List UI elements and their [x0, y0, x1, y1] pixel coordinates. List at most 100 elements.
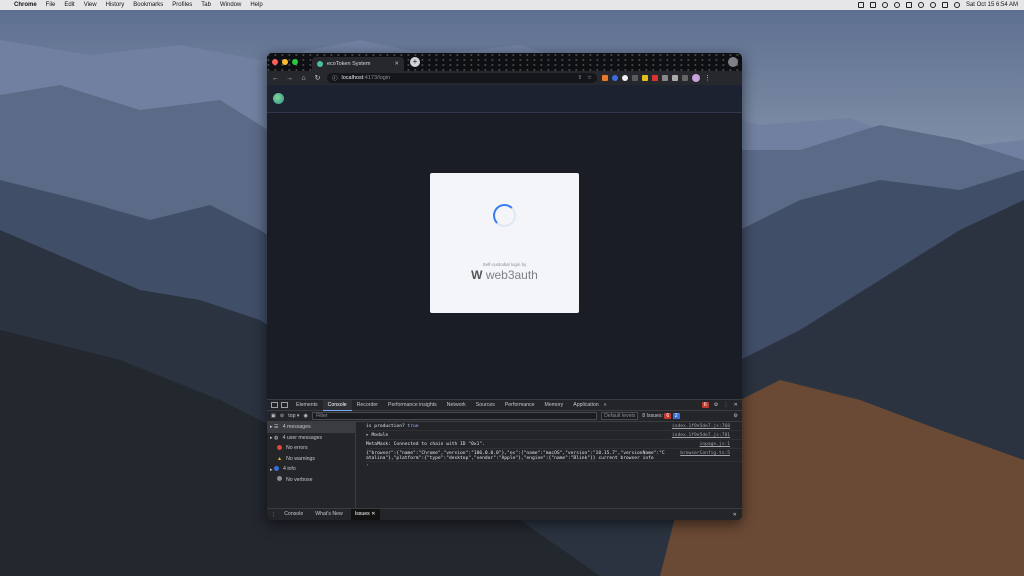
live-expression-eye-icon[interactable]: ◉ — [304, 413, 309, 419]
share-icon[interactable]: ⇪ — [577, 75, 582, 81]
tab-close-icon[interactable]: ✕ — [394, 61, 399, 67]
tab-favicon-icon — [317, 61, 323, 67]
tab-console[interactable]: Console — [322, 399, 352, 411]
tab-sources[interactable]: Sources — [471, 400, 500, 411]
search-icon[interactable] — [929, 2, 936, 8]
extension-icon[interactable] — [662, 75, 668, 81]
close-window-button[interactable] — [272, 59, 278, 65]
battery-icon[interactable] — [905, 2, 912, 8]
log-source-link[interactable]: index.1f9e5de7.js:768 — [672, 424, 730, 429]
app-header — [267, 85, 742, 113]
issues-label: 8 Issues: — [642, 413, 663, 419]
log-text: ▸ Module — [366, 432, 389, 438]
devtools-menu-icon[interactable]: ⋮ — [723, 402, 728, 408]
menu-profiles[interactable]: Profiles — [172, 2, 192, 8]
display-icon[interactable] — [869, 2, 876, 8]
device-toolbar-icon[interactable] — [281, 402, 288, 408]
error-count-badge[interactable]: 6 — [701, 402, 709, 408]
play-icon[interactable] — [893, 2, 900, 8]
more-tabs-icon[interactable]: » — [604, 402, 607, 408]
forward-icon[interactable]: → — [285, 75, 294, 82]
sidebar-item-label: No warnings — [286, 455, 315, 462]
tab-performance-insights[interactable]: Performance insights — [383, 400, 442, 411]
console-filter-input[interactable]: Filter — [312, 412, 598, 420]
siri-icon[interactable] — [953, 2, 960, 8]
tab-recorder[interactable]: Recorder — [352, 400, 383, 411]
browser-window: ecoToken System ✕ + ← → ⌂ ↻ ⓘ localhost:… — [267, 53, 742, 520]
log-entry: {"browser":{"name":"Chrome","version":"1… — [366, 449, 742, 462]
drawer-menu-icon[interactable]: ⋮ — [271, 512, 276, 518]
site-info-icon[interactable]: ⓘ — [332, 74, 338, 82]
sidebar-item-label: 4 messages — [282, 424, 311, 431]
new-tab-button[interactable]: + — [410, 57, 420, 67]
sidebar-toggle-icon[interactable]: ▣ — [271, 413, 276, 419]
home-icon[interactable]: ⌂ — [299, 75, 308, 82]
settings-gear-icon[interactable]: ⚙ — [714, 402, 719, 408]
sidebar-icon[interactable] — [682, 75, 688, 81]
extension-icon[interactable] — [632, 75, 638, 81]
menu-tab[interactable]: Tab — [201, 2, 211, 8]
tab-performance[interactable]: Performance — [500, 400, 540, 411]
menu-edit[interactable]: Edit — [64, 2, 74, 8]
log-levels-dropdown[interactable]: Default levels — [601, 412, 639, 420]
log-text: MetaMask: Connected to chain with ID "0x… — [366, 441, 485, 447]
issues-link[interactable]: 8 Issues: 6 2 — [642, 413, 680, 419]
log-source-link[interactable]: inpage.js:1 — [700, 442, 730, 447]
wifi-icon[interactable] — [917, 2, 924, 8]
minimize-window-button[interactable] — [282, 59, 288, 65]
sidebar-item-errors[interactable]: No errors — [267, 443, 355, 454]
control-center-icon[interactable] — [941, 2, 948, 8]
extension-icon[interactable] — [642, 75, 648, 81]
tab-elements[interactable]: Elements — [291, 400, 323, 411]
log-entry[interactable]: ▸ Module index.1f9e5de7.js:781 — [366, 431, 742, 440]
sidebar-item-user-messages[interactable]: ▸ ◍ 4 user messages — [267, 433, 355, 444]
log-source-link[interactable]: browserConfig.ts:5 — [680, 451, 730, 456]
sidebar-item-info[interactable]: ▸ 4 info — [267, 464, 355, 475]
puzzle-icon[interactable] — [672, 75, 678, 81]
maximize-window-button[interactable] — [292, 59, 298, 65]
back-icon[interactable]: ← — [271, 75, 280, 82]
extension-icon[interactable] — [622, 75, 628, 81]
drawer-tab-console[interactable]: Console — [280, 509, 307, 520]
extension-icon[interactable] — [612, 75, 618, 81]
reload-icon[interactable]: ↻ — [313, 74, 322, 82]
extension-icon[interactable] — [652, 75, 658, 81]
status-icon[interactable] — [857, 2, 864, 8]
bookmark-star-icon[interactable]: ☆ — [587, 75, 592, 81]
headphones-icon[interactable] — [881, 2, 888, 8]
clear-console-icon[interactable]: ⊘ — [280, 413, 284, 419]
console-area: ▸ ☰ 4 messages ▸ ◍ 4 user messages No er… — [267, 422, 742, 508]
metamask-extension-icon[interactable] — [602, 75, 608, 81]
menu-history[interactable]: History — [106, 2, 125, 8]
tab-network[interactable]: Network — [442, 400, 471, 411]
menu-view[interactable]: View — [84, 2, 97, 8]
tab-memory[interactable]: Memory — [540, 400, 569, 411]
profile-avatar[interactable] — [692, 74, 700, 82]
sidebar-item-warnings[interactable]: ▲ No warnings — [267, 454, 355, 465]
sidebar-item-verbose[interactable]: No verbose — [267, 475, 355, 486]
drawer-tab-whats-new[interactable]: What's New — [311, 509, 347, 520]
drawer-tab-close-icon[interactable]: ✕ — [371, 511, 375, 517]
context-selector[interactable]: top ▾ — [288, 413, 299, 419]
tab-application[interactable]: Application — [568, 400, 603, 411]
menu-file[interactable]: File — [46, 2, 56, 8]
menu-kebab-icon[interactable]: ⋮ — [704, 74, 711, 82]
menu-bookmarks[interactable]: Bookmarks — [133, 2, 163, 8]
tab-search-icon[interactable] — [728, 57, 738, 67]
drawer-tab-issues[interactable]: Issues ✕ — [350, 509, 380, 520]
console-prompt[interactable]: › — [366, 462, 742, 468]
drawer-close-icon[interactable]: ✕ — [733, 512, 742, 518]
address-bar[interactable]: ⓘ localhost:4173/login ⇪ ☆ — [327, 73, 597, 83]
menu-window[interactable]: Window — [220, 2, 241, 8]
console-settings-icon[interactable]: ⚙ — [733, 413, 738, 419]
menu-help[interactable]: Help — [250, 2, 262, 8]
ecotoken-logo[interactable] — [273, 93, 284, 104]
clock[interactable]: Sat Oct 15 6:54 AM — [966, 2, 1018, 8]
console-log: is production? true index.1f9e5de7.js:76… — [356, 422, 742, 508]
menu-app-name[interactable]: Chrome — [14, 2, 37, 8]
log-source-link[interactable]: index.1f9e5de7.js:781 — [672, 433, 730, 438]
devtools-close-icon[interactable]: ✕ — [734, 402, 738, 408]
browser-tab[interactable]: ecoToken System ✕ — [312, 57, 404, 71]
inspect-element-icon[interactable] — [271, 402, 278, 408]
sidebar-item-messages[interactable]: ▸ ☰ 4 messages — [267, 422, 355, 433]
